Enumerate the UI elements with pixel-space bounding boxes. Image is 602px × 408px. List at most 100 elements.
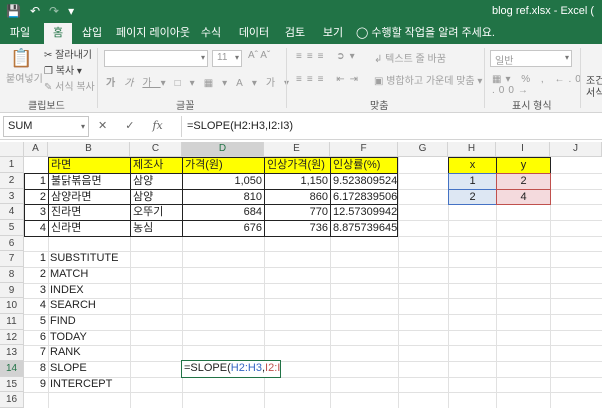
tell-me-box[interactable]: ◯ 수행할 작업을 알려 주세요. <box>356 23 495 44</box>
row-header[interactable]: 6 <box>0 236 24 251</box>
table-cell[interactable]: 1 <box>24 173 49 190</box>
table-header-cell[interactable]: 가격(원) <box>182 157 265 174</box>
conditional-format-label-2[interactable]: 서식 <box>586 84 602 99</box>
table-cell[interactable]: 신라면 <box>48 220 131 237</box>
list-item[interactable]: TODAY <box>48 330 168 345</box>
list-item-number[interactable]: 9 <box>24 377 48 392</box>
tab-formulas[interactable]: 수식 <box>196 23 226 44</box>
font-style-icons[interactable]: 가가가▾□▾▦▾A▾가▾ <box>106 74 298 89</box>
col-header-c[interactable]: C <box>130 142 182 157</box>
col-header-d[interactable]: D <box>182 142 264 157</box>
table-cell[interactable]: 불닭볶음면 <box>48 173 131 190</box>
table-header-cell[interactable]: 인상률(%) <box>330 157 398 174</box>
row-header[interactable]: 4 <box>0 204 24 220</box>
col-header-g[interactable]: G <box>398 142 448 157</box>
y-header-cell[interactable]: y <box>496 157 551 174</box>
tab-review[interactable]: 검토 <box>280 23 310 44</box>
table-cell[interactable]: 1,050 <box>182 173 265 190</box>
font-grow-icon[interactable]: Aˆ Aˇ <box>248 50 270 61</box>
font-size-combo[interactable]: 11 ▾ <box>212 50 242 67</box>
tab-file[interactable]: 파일 <box>4 23 36 44</box>
row-header[interactable]: 13 <box>0 345 24 361</box>
row-header[interactable]: 2 <box>0 173 24 189</box>
row-header[interactable]: 10 <box>0 298 24 314</box>
row-header[interactable]: 1 <box>0 157 24 173</box>
col-header-f[interactable]: F <box>330 142 398 157</box>
paste-button[interactable]: 붙여넣기 <box>6 70 43 85</box>
col-header-h[interactable]: H <box>448 142 496 157</box>
save-icon[interactable]: 💾 <box>6 4 21 19</box>
copy-button[interactable]: ❐ 복사 ▾ <box>44 62 82 77</box>
list-item[interactable]: SUBSTITUTE <box>48 251 168 267</box>
list-item[interactable]: RANK <box>48 345 168 361</box>
table-cell[interactable]: 진라면 <box>48 204 131 221</box>
tab-view[interactable]: 보기 <box>318 23 348 44</box>
table-cell[interactable]: 삼양 <box>130 189 183 205</box>
name-box[interactable]: SUM ▾ <box>3 116 89 137</box>
x-header-cell[interactable]: x <box>448 157 497 174</box>
table-header-cell[interactable]: 인상가격(원) <box>264 157 331 174</box>
list-item[interactable]: INTERCEPT <box>48 377 168 392</box>
cut-button[interactable]: ✂ 잘라내기 <box>44 46 92 61</box>
x-value-cell[interactable]: 2 <box>448 189 497 205</box>
table-cell[interactable]: 삼양 <box>130 173 183 190</box>
table-cell[interactable]: 684 <box>182 204 265 221</box>
list-item-number[interactable]: 3 <box>24 283 48 298</box>
paste-icon[interactable]: 📋 <box>10 48 32 69</box>
table-cell[interactable]: 삼양라면 <box>48 189 131 205</box>
cancel-icon[interactable]: ✕ <box>98 119 107 132</box>
table-cell[interactable]: 2 <box>24 189 49 205</box>
table-cell[interactable]: 860 <box>264 189 331 205</box>
col-header-e[interactable]: E <box>264 142 330 157</box>
row-header[interactable]: 11 <box>0 314 24 330</box>
table-cell[interactable]: 1,150 <box>264 173 331 190</box>
align-center-icons[interactable]: ≡≡≡ ⇤⇥ <box>296 74 363 85</box>
col-header-i[interactable]: I <box>496 142 550 157</box>
table-cell[interactable]: 3 <box>24 204 49 221</box>
x-value-cell[interactable]: 1 <box>448 173 497 190</box>
merge-center-button[interactable]: ▣ 병합하고 가운데 맞춤 ▾ <box>374 72 482 87</box>
list-item-number[interactable]: 1 <box>24 251 48 267</box>
table-cell[interactable]: 오뚜기 <box>130 204 183 221</box>
list-item[interactable]: SLOPE <box>48 361 168 377</box>
row-header[interactable]: 15 <box>0 377 24 392</box>
row-header[interactable]: 9 <box>0 283 24 298</box>
table-cell[interactable]: 4 <box>24 220 49 237</box>
enter-icon[interactable]: ✓ <box>125 119 134 132</box>
table-cell[interactable]: 6.172839506 <box>330 189 398 205</box>
table-cell[interactable]: 9.523809524 <box>330 173 398 190</box>
list-item[interactable]: INDEX <box>48 283 168 298</box>
font-name-combo[interactable]: ▾ <box>104 50 208 67</box>
row-header[interactable]: 12 <box>0 330 24 345</box>
table-cell[interactable]: 736 <box>264 220 331 237</box>
table-header-cell[interactable]: 라면 <box>48 157 131 174</box>
table-cell[interactable]: 810 <box>182 189 265 205</box>
formula-input[interactable]: =SLOPE(H2:H3,I2:I3) <box>181 116 602 137</box>
row-header[interactable]: 5 <box>0 220 24 236</box>
list-item-number[interactable]: 5 <box>24 314 48 330</box>
col-header-a[interactable]: A <box>24 142 48 157</box>
table-cell[interactable]: 농심 <box>130 220 183 237</box>
list-item[interactable]: FIND <box>48 314 168 330</box>
table-cell[interactable]: 770 <box>264 204 331 221</box>
list-item[interactable]: MATCH <box>48 267 168 283</box>
tab-home[interactable]: 홈 <box>44 23 72 44</box>
undo-icon[interactable]: ↶ <box>30 4 40 19</box>
list-item-number[interactable]: 7 <box>24 345 48 361</box>
col-header-b[interactable]: B <box>48 142 130 157</box>
col-header-j[interactable]: J <box>550 142 602 157</box>
redo-icon[interactable]: ↷ <box>49 4 59 19</box>
row-header[interactable]: 14 <box>0 361 24 377</box>
y-value-cell[interactable]: 4 <box>496 189 551 205</box>
tab-insert[interactable]: 삽입 <box>78 23 106 44</box>
customize-icon[interactable]: ▾ <box>68 4 74 19</box>
select-all-corner[interactable] <box>0 142 24 157</box>
table-cell[interactable]: 8.875739645 <box>330 220 398 237</box>
row-header[interactable]: 3 <box>0 189 24 204</box>
list-item-number[interactable]: 2 <box>24 267 48 283</box>
row-header[interactable]: 16 <box>0 392 24 408</box>
align-top-icons[interactable]: ≡≡≡ ➲▾ <box>296 51 360 62</box>
format-painter-button[interactable]: ✎ 서식 복사 <box>44 78 95 93</box>
active-cell-editor[interactable]: =SLOPE(H2:H3,I2:I3) <box>181 360 281 378</box>
tab-page-layout[interactable]: 페이지 레이아웃 <box>114 23 192 44</box>
